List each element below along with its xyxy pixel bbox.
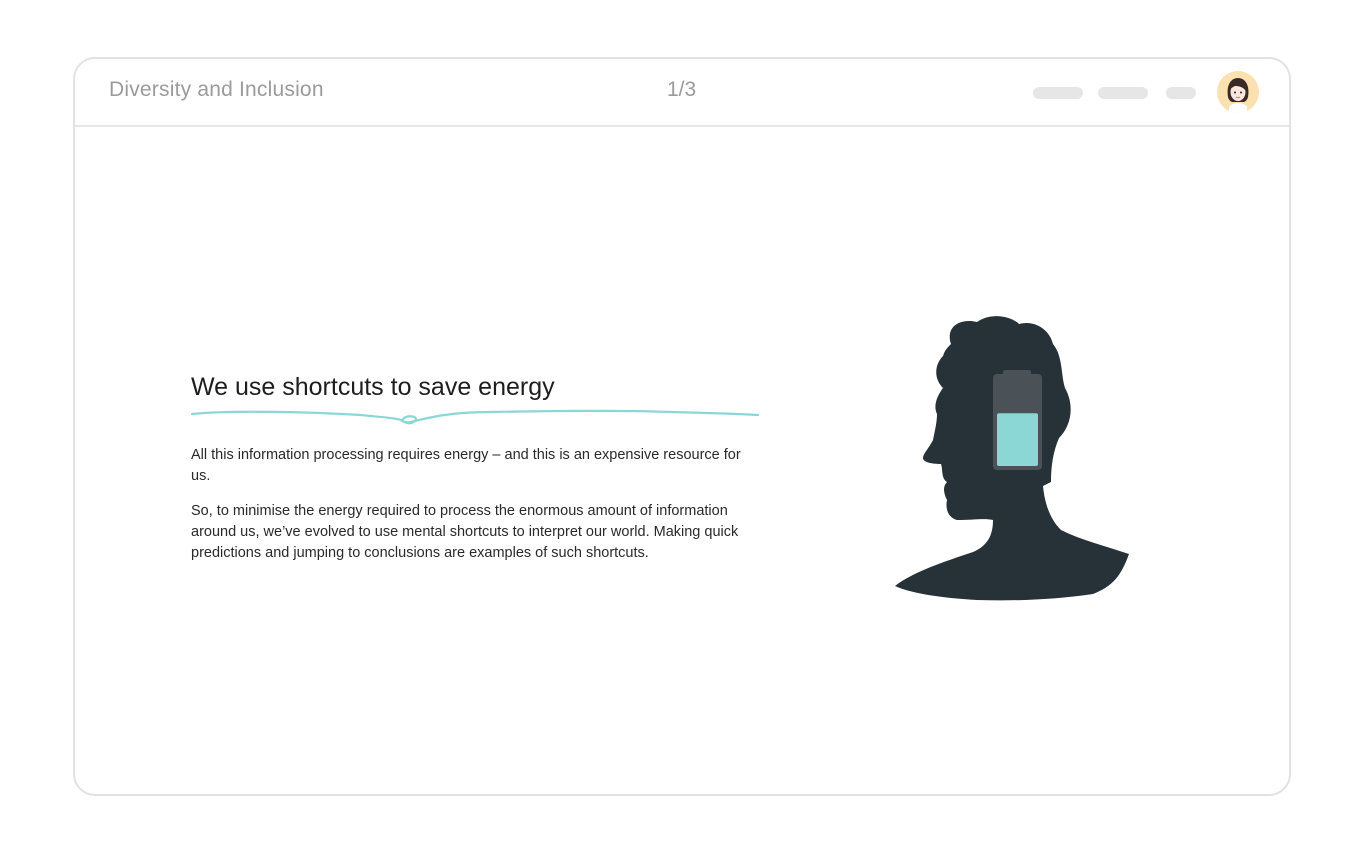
page-indicator: 1/3 — [667, 78, 697, 101]
slide-paragraph-2: So, to minimise the energy required to p… — [191, 503, 739, 561]
user-avatar-icon[interactable] — [1217, 71, 1259, 113]
battery-fill — [997, 413, 1038, 466]
course-window: Diversity and Inclusion 1/3 We use short… — [73, 57, 1291, 796]
head-battery-illustration — [893, 314, 1163, 609]
slide-heading: We use shortcuts to save energy — [191, 373, 555, 401]
nav-placeholder-3[interactable] — [1166, 87, 1196, 99]
avatar-face-icon — [1227, 78, 1249, 113]
decorative-squiggle-divider — [191, 409, 759, 425]
slide-text: We use shortcuts to save energy All this… — [191, 367, 763, 578]
course-title: Diversity and Inclusion — [109, 78, 324, 101]
top-bar: Diversity and Inclusion 1/3 — [75, 59, 1289, 127]
slide-paragraph-1: All this information processing requires… — [191, 447, 741, 484]
nav-placeholder-2[interactable] — [1098, 87, 1148, 99]
nav-placeholder-1[interactable] — [1033, 87, 1083, 99]
